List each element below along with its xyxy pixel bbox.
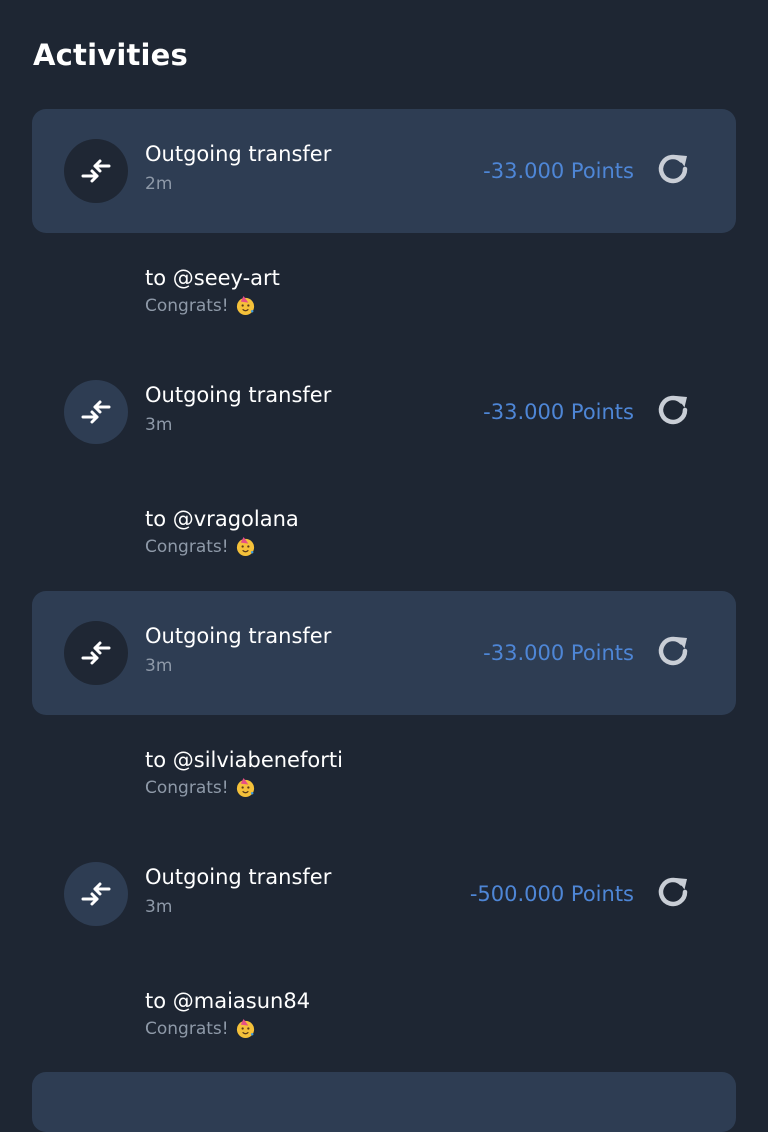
transfer-icon-circle	[64, 139, 128, 203]
activity-time: 3m	[145, 415, 173, 435]
activity-title: Outgoing transfer	[145, 383, 332, 407]
activity-time: 3m	[145, 897, 173, 917]
activity-amount: -500.000 Points	[469, 882, 634, 906]
activity-card-partial[interactable]	[32, 1072, 736, 1132]
activity-recipient: to @maiasun84	[145, 989, 311, 1013]
memo-text: Congrats!	[145, 295, 229, 316]
activity-memo: Congrats!	[145, 777, 343, 798]
memo-text: Congrats!	[145, 777, 229, 798]
transfer-arrows-icon	[81, 882, 111, 906]
activity-title: Outgoing transfer	[145, 865, 332, 889]
activity-time: 2m	[145, 174, 173, 194]
activity-amount: -33.000 Points	[483, 159, 634, 183]
activity-card[interactable]: Outgoing transfer 3m -33.000 Points	[32, 350, 736, 474]
activity-memo: Congrats!	[145, 536, 299, 557]
transfer-icon-circle	[64, 380, 128, 444]
refresh-icon[interactable]	[654, 631, 694, 671]
transfer-arrows-icon	[81, 159, 111, 183]
activity-title: Outgoing transfer	[145, 624, 332, 648]
partying-face-icon	[236, 777, 254, 798]
transfer-icon-circle	[64, 621, 128, 685]
activity-card[interactable]: Outgoing transfer 3m -500.000 Points	[32, 832, 736, 956]
partying-face-icon	[236, 1018, 254, 1039]
page-title: Activities	[33, 38, 189, 72]
activity-title: Outgoing transfer	[145, 142, 332, 166]
activity-card[interactable]: Outgoing transfer 3m -33.000 Points	[32, 591, 736, 715]
refresh-icon[interactable]	[654, 872, 694, 912]
partying-face-icon	[236, 295, 254, 316]
activity-amount: -33.000 Points	[483, 400, 634, 424]
transfer-icon-circle	[64, 862, 128, 926]
activity-recipient: to @silviabeneforti	[145, 748, 343, 772]
activity-detail: to @vragolana Congrats!	[145, 507, 299, 557]
activity-detail: to @silviabeneforti Congrats!	[145, 748, 343, 798]
activity-card[interactable]: Outgoing transfer 2m -33.000 Points	[32, 109, 736, 233]
memo-text: Congrats!	[145, 1018, 229, 1039]
activity-detail: to @maiasun84 Congrats!	[145, 989, 310, 1039]
refresh-icon[interactable]	[654, 390, 694, 430]
partying-face-icon	[236, 536, 254, 557]
activity-recipient: to @seey-art	[145, 266, 280, 290]
refresh-icon[interactable]	[654, 149, 694, 189]
memo-text: Congrats!	[145, 536, 229, 557]
activity-memo: Congrats!	[145, 295, 280, 316]
activity-time: 3m	[145, 656, 173, 676]
activity-memo: Congrats!	[145, 1018, 310, 1039]
activity-detail: to @seey-art Congrats!	[145, 266, 280, 316]
activity-amount: -33.000 Points	[483, 641, 634, 665]
activity-recipient: to @vragolana	[145, 507, 299, 531]
transfer-arrows-icon	[81, 641, 111, 665]
transfer-arrows-icon	[81, 400, 111, 424]
